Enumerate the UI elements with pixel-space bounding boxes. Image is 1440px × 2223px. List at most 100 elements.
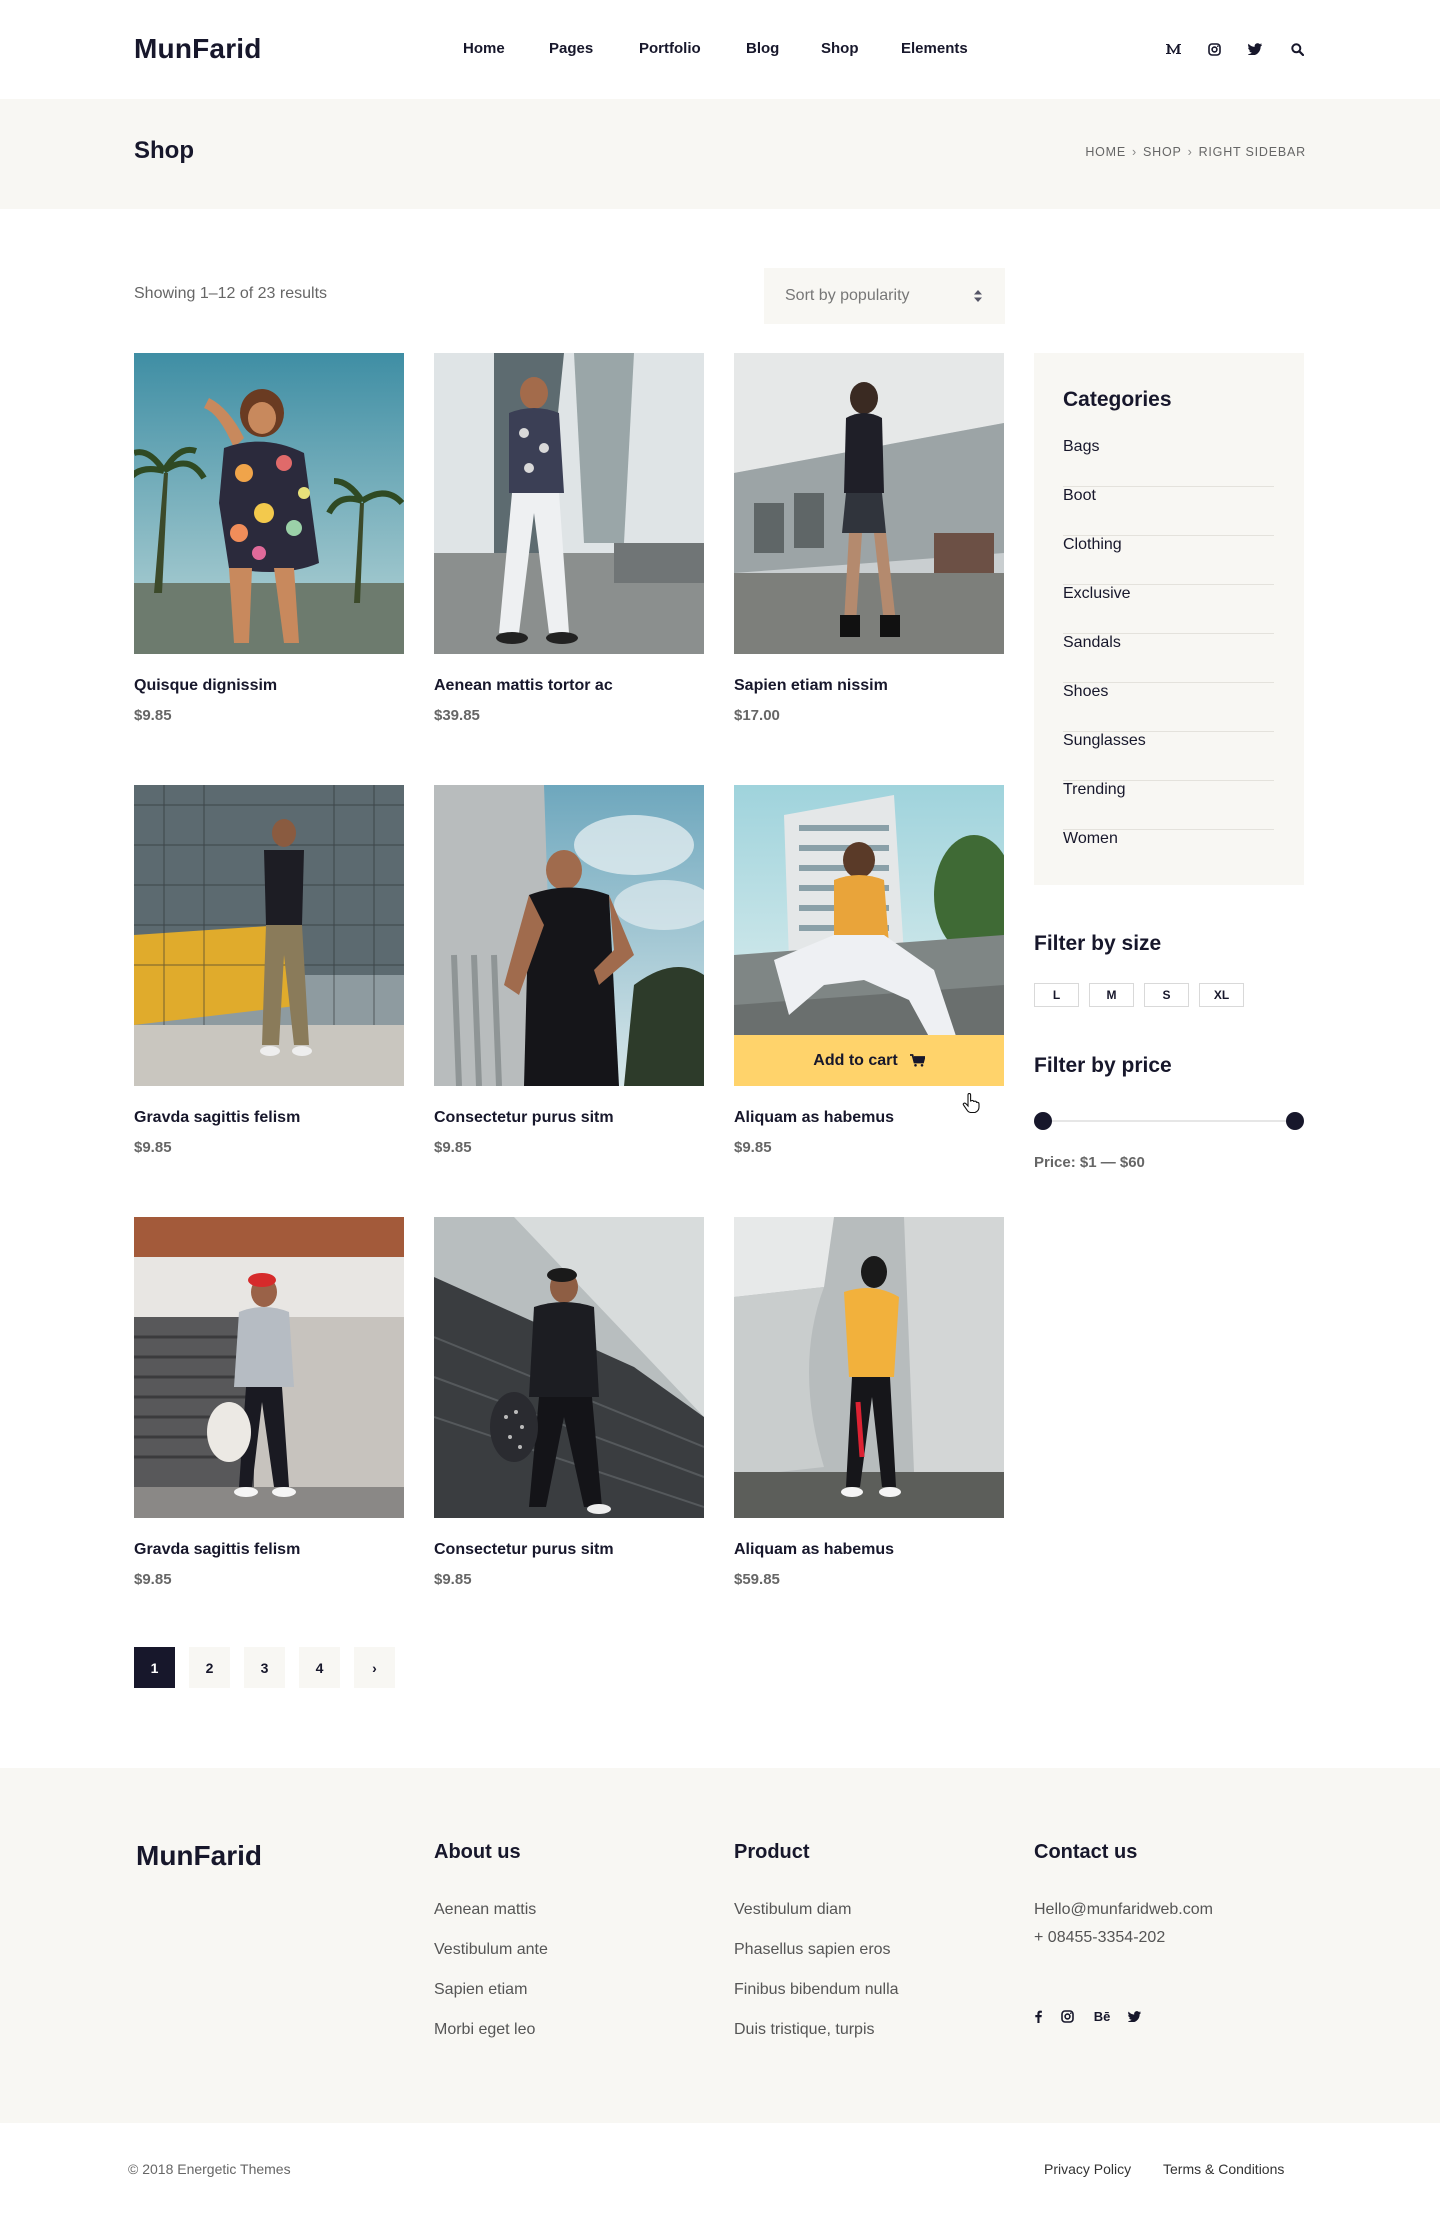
- nav-shop[interactable]: Shop: [821, 40, 859, 57]
- category-label: Sandals: [1063, 634, 1121, 651]
- product-card: Gravda sagittis felism $9.85: [134, 785, 404, 1156]
- product-image[interactable]: [434, 785, 704, 1086]
- category-label: Sunglasses: [1063, 732, 1146, 749]
- product-price: $9.85: [134, 707, 172, 724]
- footer-about-link[interactable]: Aenean mattis: [434, 1901, 536, 1919]
- price-slider-track[interactable]: [1043, 1120, 1295, 1122]
- product-name[interactable]: Quisque dignissim: [134, 677, 277, 695]
- twitter-icon[interactable]: [1245, 38, 1265, 60]
- size-option-l[interactable]: L: [1034, 983, 1079, 1007]
- product-price: $9.85: [434, 1139, 472, 1156]
- category-women[interactable]: Women: [1063, 830, 1274, 879]
- size-option-xl[interactable]: XL: [1199, 983, 1244, 1007]
- site-header: MunFarid Home Pages Portfolio Blog Shop …: [0, 0, 1440, 99]
- product-name[interactable]: Consectetur purus sitm: [434, 1541, 614, 1559]
- add-to-cart-button[interactable]: Add to cart: [734, 1035, 1004, 1086]
- chevron-right-icon: ›: [1132, 145, 1137, 159]
- footer-product-link[interactable]: Finibus bibendum nulla: [734, 1981, 899, 1999]
- product-name[interactable]: Sapien etiam nissim: [734, 677, 888, 695]
- main-nav: Home Pages Portfolio Blog Shop Elements: [0, 40, 1440, 60]
- medium-icon[interactable]: [1163, 38, 1183, 60]
- breadcrumb-shop[interactable]: SHOP: [1143, 145, 1182, 159]
- category-clothing[interactable]: Clothing: [1063, 536, 1274, 585]
- search-icon[interactable]: [1287, 38, 1307, 60]
- product-price: $17.00: [734, 707, 780, 724]
- category-boot[interactable]: Boot: [1063, 487, 1274, 536]
- size-option-m[interactable]: M: [1089, 983, 1134, 1007]
- footer-product-link[interactable]: Duis tristique, turpis: [734, 2021, 875, 2039]
- price-range-label: Price: $1 — $60: [1034, 1154, 1145, 1171]
- category-label: Bags: [1063, 438, 1100, 455]
- product-name[interactable]: Gravda sagittis felism: [134, 1541, 300, 1559]
- twitter-icon[interactable]: [1127, 2006, 1142, 2026]
- product-card: Consectetur purus sitm $9.85: [434, 785, 704, 1156]
- product-image[interactable]: [434, 1217, 704, 1518]
- next-page-button[interactable]: ›: [354, 1647, 395, 1688]
- category-label: Trending: [1063, 781, 1126, 798]
- product-name[interactable]: Aliquam as habemus: [734, 1109, 894, 1127]
- footer-about-link[interactable]: Morbi eget leo: [434, 2021, 535, 2039]
- privacy-policy-link[interactable]: Privacy Policy: [1044, 2161, 1131, 2177]
- product-image[interactable]: [734, 1217, 1004, 1518]
- page-button-2[interactable]: 2: [189, 1647, 230, 1688]
- page-title-band: Shop HOME › SHOP › RIGHT SIDEBAR: [0, 99, 1440, 209]
- product-image[interactable]: [134, 785, 404, 1086]
- product-name[interactable]: Aenean mattis tortor ac: [434, 677, 613, 695]
- footer-about-link[interactable]: Sapien etiam: [434, 1981, 527, 1999]
- filter-size-title: Filter by size: [1034, 932, 1162, 955]
- nav-home[interactable]: Home: [463, 40, 505, 57]
- nav-blog[interactable]: Blog: [746, 40, 779, 57]
- copyright: © 2018 Energetic Themes: [128, 2161, 291, 2177]
- category-shoes[interactable]: Shoes: [1063, 683, 1274, 732]
- category-label: Boot: [1063, 487, 1096, 504]
- product-name[interactable]: Consectetur purus sitm: [434, 1109, 614, 1127]
- breadcrumb-home[interactable]: HOME: [1085, 145, 1126, 159]
- footer-product-link[interactable]: Vestibulum diam: [734, 1901, 851, 1919]
- site-footer: MunFarid About us Aenean mattis Vestibul…: [0, 1768, 1440, 2123]
- cart-icon: [909, 1054, 925, 1067]
- footer-contact-title: Contact us: [1034, 1841, 1138, 1863]
- behance-icon[interactable]: Bē: [1092, 2006, 1112, 2026]
- product-image[interactable]: [134, 1217, 404, 1518]
- price-slider-min-handle[interactable]: [1034, 1112, 1052, 1130]
- nav-elements[interactable]: Elements: [901, 40, 968, 57]
- add-to-cart-label: Add to cart: [813, 1051, 898, 1069]
- results-count: Showing 1–12 of 23 results: [134, 285, 328, 302]
- nav-portfolio[interactable]: Portfolio: [639, 40, 701, 57]
- product-price: $9.85: [134, 1571, 172, 1588]
- instagram-icon[interactable]: [1204, 38, 1224, 60]
- footer-logo[interactable]: MunFarid: [136, 1840, 262, 1872]
- footer-product-link[interactable]: Phasellus sapien eros: [734, 1941, 891, 1959]
- product-card: Aenean mattis tortor ac $39.85: [434, 353, 704, 724]
- product-image[interactable]: Add to cart: [734, 785, 1004, 1086]
- category-sunglasses[interactable]: Sunglasses: [1063, 732, 1274, 781]
- category-exclusive[interactable]: Exclusive: [1063, 585, 1274, 634]
- category-label: Clothing: [1063, 536, 1122, 553]
- categories-widget: Categories Bags Boot Clothing Exclusive …: [1034, 353, 1304, 885]
- category-sandals[interactable]: Sandals: [1063, 634, 1274, 683]
- product-image[interactable]: [134, 353, 404, 654]
- product-image[interactable]: [434, 353, 704, 654]
- page-button-3[interactable]: 3: [244, 1647, 285, 1688]
- page-title: Shop: [134, 137, 194, 164]
- product-name[interactable]: Gravda sagittis felism: [134, 1109, 300, 1127]
- category-label: Shoes: [1063, 683, 1109, 700]
- terms-link[interactable]: Terms & Conditions: [1163, 2161, 1284, 2177]
- product-card: Quisque dignissim $9.85: [134, 353, 404, 724]
- page-button-4[interactable]: 4: [299, 1647, 340, 1688]
- instagram-icon[interactable]: [1060, 2006, 1074, 2026]
- product-image[interactable]: [734, 353, 1004, 654]
- page-button-1[interactable]: 1: [134, 1647, 175, 1688]
- footer-email-link[interactable]: Hello@munfaridweb.com: [1034, 1901, 1213, 1919]
- category-label: Exclusive: [1063, 585, 1131, 602]
- sort-select[interactable]: Sort by popularity: [764, 268, 1005, 324]
- category-trending[interactable]: Trending: [1063, 781, 1274, 830]
- chevron-right-icon: ›: [1187, 145, 1193, 159]
- footer-about-link[interactable]: Vestibulum ante: [434, 1941, 548, 1959]
- category-bags[interactable]: Bags: [1063, 438, 1274, 487]
- price-slider-max-handle[interactable]: [1286, 1112, 1304, 1130]
- nav-pages[interactable]: Pages: [549, 40, 593, 57]
- size-option-s[interactable]: S: [1144, 983, 1189, 1007]
- product-name[interactable]: Aliquam as habemus: [734, 1541, 894, 1559]
- facebook-icon[interactable]: [1032, 2006, 1044, 2026]
